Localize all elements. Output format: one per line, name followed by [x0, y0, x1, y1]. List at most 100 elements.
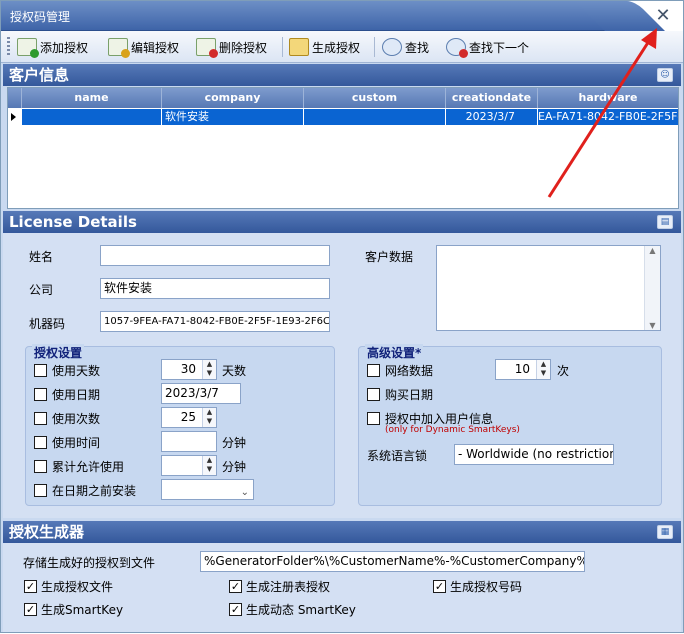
- scroll-up-icon[interactable]: ▲: [645, 246, 660, 255]
- cumulative-stepper[interactable]: ▲ ▼: [161, 455, 217, 476]
- license-details-title: License Details: [9, 213, 137, 231]
- cell-custom[interactable]: [304, 109, 446, 125]
- scroll-down-icon[interactable]: ▼: [645, 321, 660, 330]
- auth-settings-group: 授权设置 使用天数 30 ▲ ▼ 天数 使用日期 2023/3/7 使用次数 25…: [25, 344, 335, 506]
- stepper-arrows-icon[interactable]: ▲ ▼: [202, 408, 216, 427]
- edit-license-label: 编辑授权: [131, 40, 180, 55]
- use-days-label: 使用天数: [52, 364, 101, 378]
- gen-license-file-label: 生成授权文件: [41, 580, 114, 594]
- use-count-stepper[interactable]: 25 ▲ ▼: [161, 407, 217, 428]
- network-stepper[interactable]: 10 ▲ ▼: [495, 359, 551, 380]
- use-date-checkbox[interactable]: [34, 388, 47, 401]
- find-next-label: 查找下一个: [469, 40, 530, 55]
- use-days-value: 30: [180, 362, 196, 376]
- customer-info-title: 客户信息: [9, 66, 70, 84]
- column-header-creationdate[interactable]: creationdate: [446, 88, 538, 108]
- cell-name[interactable]: [22, 109, 162, 125]
- use-time-field[interactable]: [161, 431, 217, 452]
- machine-code-label: 机器码: [29, 317, 66, 331]
- grid-header: name company custom creationdate hardwar…: [8, 88, 678, 108]
- add-license-label: 添加授权: [40, 40, 89, 55]
- purchase-date-checkbox[interactable]: [367, 388, 380, 401]
- cell-creationdate[interactable]: 2023/3/7: [446, 109, 538, 125]
- column-header-company[interactable]: company: [162, 88, 304, 108]
- delete-license-icon: [196, 38, 218, 58]
- use-days-unit: 天数: [222, 364, 247, 378]
- document-icon[interactable]: ▦: [657, 525, 673, 539]
- find-label: 查找: [405, 40, 430, 55]
- license-generator-header: 授权生成器 ▦: [3, 521, 681, 543]
- gen-license-number-checkbox[interactable]: ✓: [433, 580, 446, 593]
- save-to-file-label: 存储生成好的授权到文件: [23, 556, 156, 570]
- generate-license-button[interactable]: 生成授权: [289, 36, 360, 58]
- use-days-stepper[interactable]: 30 ▲ ▼: [161, 359, 217, 380]
- find-next-button[interactable]: 查找下一个: [446, 36, 529, 58]
- gen-dynamic-smartkey-checkbox[interactable]: ✓: [229, 603, 242, 616]
- save-to-file-field[interactable]: %GeneratorFolder%\%CustomerName%-%Custom…: [200, 551, 585, 572]
- gen-license-file-checkbox[interactable]: ✓: [24, 580, 37, 593]
- column-header-custom[interactable]: custom: [304, 88, 446, 108]
- close-button[interactable]: ✕: [653, 5, 673, 27]
- use-time-unit: 分钟: [222, 436, 247, 450]
- add-license-icon: [17, 38, 39, 58]
- stepper-arrows-icon[interactable]: ▲ ▼: [536, 360, 550, 379]
- cell-hardware[interactable]: EA-FA71-8042-FB0E-2F5F-1E: [538, 109, 678, 125]
- network-value: 10: [514, 362, 530, 376]
- toolbar-grip[interactable]: [7, 37, 10, 57]
- add-user-info-checkbox[interactable]: [367, 412, 380, 425]
- title-tab: [1, 1, 605, 31]
- network-checkbox[interactable]: [367, 364, 380, 377]
- use-date-field[interactable]: 2023/3/7: [161, 383, 241, 404]
- table-row[interactable]: 软件安装 2023/3/7 EA-FA71-8042-FB0E-2F5F-1E: [8, 108, 678, 126]
- users-icon[interactable]: ☺: [657, 68, 673, 82]
- license-manager-window: 授权码管理 ✕ 添加授权 编辑授权 删除授权 生成授权 查找 查找下一个 客户信…: [0, 0, 684, 633]
- auth-settings-title: 授权设置: [32, 344, 85, 361]
- lock-icon: [289, 38, 309, 56]
- delete-license-label: 删除授权: [219, 40, 268, 55]
- before-date-checkbox[interactable]: [34, 484, 47, 497]
- cumulative-unit: 分钟: [222, 460, 247, 474]
- company-field[interactable]: 软件安装: [100, 278, 330, 299]
- cumulative-checkbox[interactable]: [34, 460, 47, 473]
- chevron-down-icon[interactable]: ⌄: [241, 483, 249, 499]
- language-lock-dropdown[interactable]: - Worldwide (no restriction): [454, 444, 614, 465]
- smartkey-note: (only for Dynamic SmartKeys): [385, 425, 520, 435]
- cell-company[interactable]: 软件安装: [162, 109, 304, 125]
- column-header-hardware[interactable]: hardware: [538, 88, 678, 108]
- use-days-checkbox[interactable]: [34, 364, 47, 377]
- before-date-label: 在日期之前安装: [52, 484, 137, 498]
- edit-license-button[interactable]: 编辑授权: [108, 36, 179, 58]
- use-count-checkbox[interactable]: [34, 412, 47, 425]
- window-title: 授权码管理: [10, 10, 71, 24]
- toolbar-separator: [282, 37, 283, 57]
- toolbar-separator: [374, 37, 375, 57]
- customer-data-scrollbar[interactable]: ▲ ▼: [644, 246, 660, 330]
- edit-license-icon: [108, 38, 130, 58]
- name-field[interactable]: [100, 245, 330, 266]
- advanced-settings-group: 高级设置* 网络数据 10 ▲ ▼ 次 购买日期 授权中加入用户信息 (only …: [358, 344, 662, 506]
- column-header-name[interactable]: name: [22, 88, 162, 108]
- license-generator-panel: 存储生成好的授权到文件 %GeneratorFolder%\%CustomerN…: [3, 543, 681, 632]
- use-time-checkbox[interactable]: [34, 436, 47, 449]
- grid-corner: [8, 88, 22, 108]
- toolbar: 添加授权 编辑授权 删除授权 生成授权 查找 查找下一个: [1, 31, 683, 63]
- delete-license-button[interactable]: 删除授权: [196, 36, 267, 58]
- stepper-arrows-icon[interactable]: ▲ ▼: [202, 360, 216, 379]
- gen-license-number-label: 生成授权号码: [450, 580, 523, 594]
- network-unit: 次: [557, 364, 570, 378]
- add-license-button[interactable]: 添加授权: [17, 36, 88, 58]
- customer-grid[interactable]: name company custom creationdate hardwar…: [7, 87, 679, 209]
- find-icon: [382, 38, 402, 56]
- before-date-dropdown[interactable]: ⌄: [161, 479, 254, 500]
- customer-info-header: 客户信息 ☺: [3, 64, 681, 86]
- customer-data-textarea[interactable]: ▲ ▼: [436, 245, 661, 331]
- gen-smartkey-checkbox[interactable]: ✓: [24, 603, 37, 616]
- network-label: 网络数据: [385, 364, 434, 378]
- find-button[interactable]: 查找: [382, 36, 429, 58]
- advanced-settings-title: 高级设置*: [365, 344, 424, 361]
- license-card-icon[interactable]: ▤: [657, 215, 673, 229]
- machine-code-field[interactable]: 1057-9FEA-FA71-8042-FB0E-2F5F-1E93-2F6C: [100, 311, 330, 332]
- stepper-arrows-icon[interactable]: ▲ ▼: [202, 456, 216, 475]
- gen-registry-checkbox[interactable]: ✓: [229, 580, 242, 593]
- company-label: 公司: [29, 283, 54, 297]
